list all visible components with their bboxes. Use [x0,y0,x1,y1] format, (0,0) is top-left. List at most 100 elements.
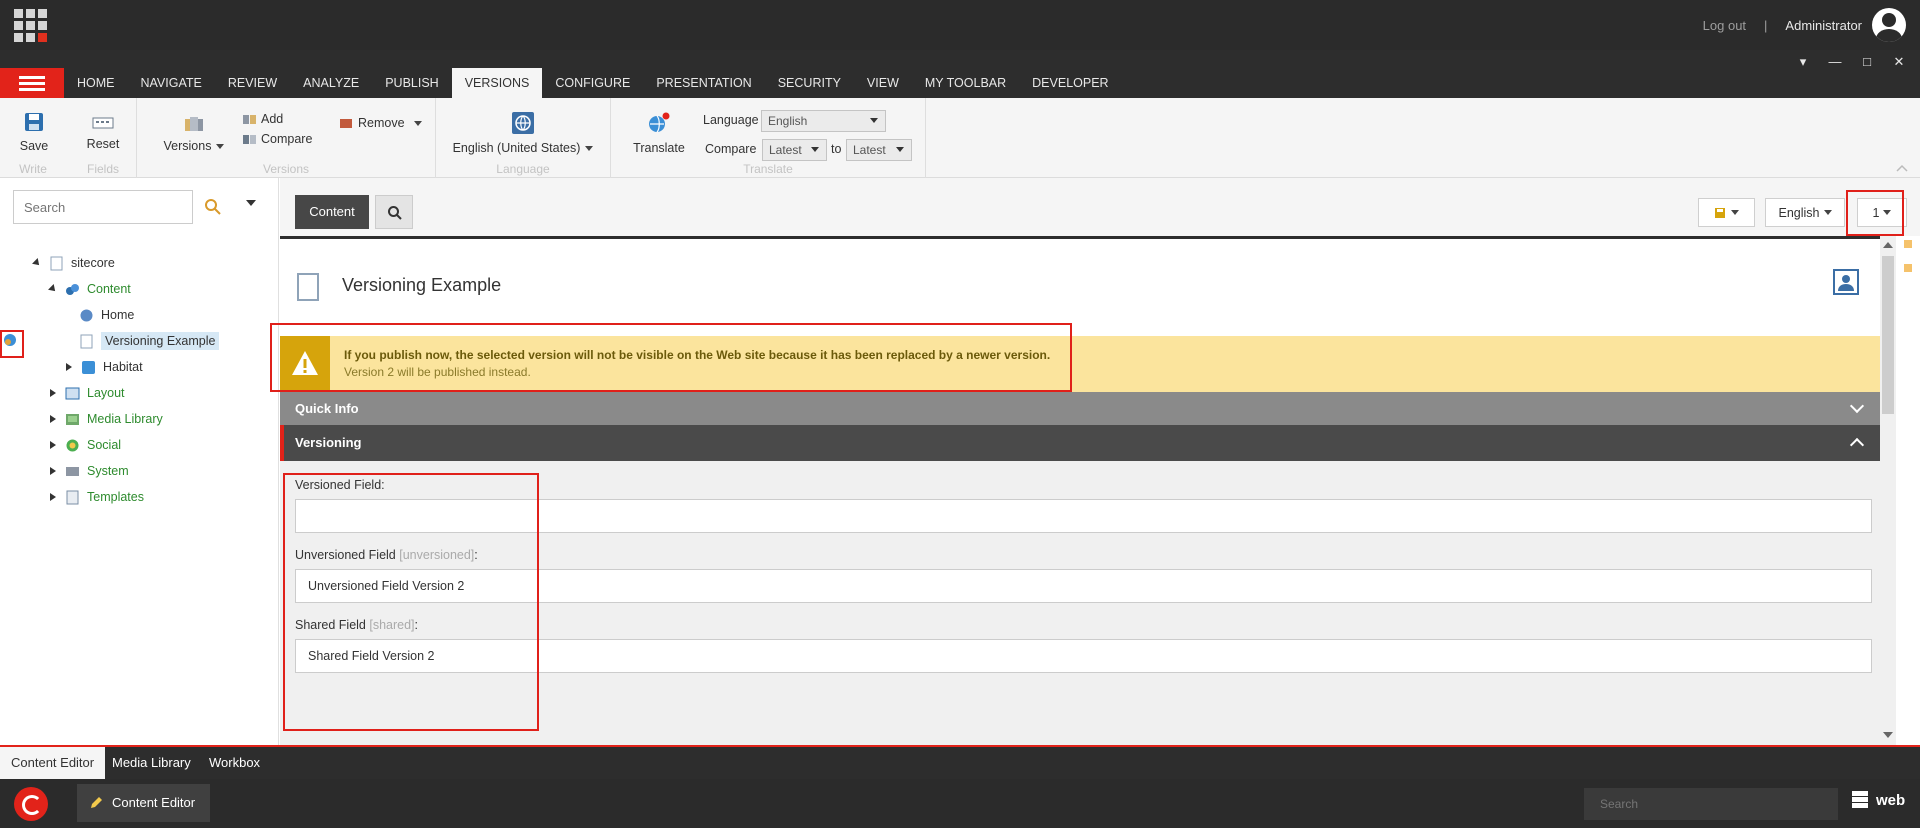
scroll-down-icon[interactable] [1883,732,1893,738]
tab-publish[interactable]: PUBLISH [372,68,452,98]
compare-button[interactable]: Compare [243,132,312,146]
tab-review[interactable]: REVIEW [215,68,290,98]
compare-to-select[interactable]: Latest [846,139,912,161]
scroll-up-icon[interactable] [1883,242,1893,248]
taskbar-search-input[interactable] [1584,788,1838,820]
collapse-icon[interactable] [48,284,58,294]
collapse-ribbon-icon[interactable] [1896,164,1908,172]
header-separator: | [1764,17,1768,33]
scroll-thumb[interactable] [1882,256,1894,414]
fields-group-label: Fields [86,162,119,176]
tree-item-habitat[interactable]: Habitat [64,356,143,378]
user-area: Log out | Administrator [1703,8,1906,42]
collapse-icon[interactable] [32,258,42,268]
expand-icon[interactable] [48,388,58,398]
versioning-section[interactable]: Versioning [280,425,1880,461]
ribbon-group-write-fields: Save Write Reset Fields [0,98,137,178]
expand-icon[interactable] [64,362,74,372]
translate-language-label: Language [703,113,759,127]
tree-item-layout[interactable]: Layout [48,382,125,404]
add-version-button[interactable]: Add [243,112,283,126]
sitecore-start-icon[interactable] [14,787,48,821]
pencil-icon [91,797,102,808]
minimize-icon[interactable]: — [1828,54,1842,70]
search-icon[interactable] [204,198,222,216]
task-app-label: Content Editor [112,795,196,810]
search-options-dropdown-icon[interactable] [246,200,256,206]
quick-info-section[interactable]: Quick Info [280,392,1880,425]
maximize-icon[interactable]: □ [1860,54,1874,70]
close-icon[interactable]: ✕ [1892,54,1906,70]
ribbon: Save Write Reset Fields Versions Add Com… [0,98,1920,178]
tab-navigate[interactable]: NAVIGATE [128,68,215,98]
database-label: web [1876,791,1906,809]
language-dropdown-button[interactable]: English (United States) [448,112,598,155]
language-button-label: English [1778,205,1820,220]
content-tab[interactable]: Content [295,195,369,229]
shared-field-label: Shared Field [shared]: [295,618,418,632]
validation-marker[interactable] [1904,264,1912,272]
translate-button[interactable]: Translate [629,112,689,155]
tab-security[interactable]: SECURITY [765,68,854,98]
tab-view[interactable]: VIEW [854,68,912,98]
tab-configure[interactable]: CONFIGURE [542,68,643,98]
tree-item-templates[interactable]: Templates [48,486,144,508]
tree-label: System [87,464,129,478]
tab-versions[interactable]: VERSIONS [451,68,543,98]
versioned-field-input[interactable] [295,499,1872,533]
expand-icon[interactable] [48,414,58,424]
label-colon: : [414,618,419,632]
editor-scrollbar[interactable] [1880,236,1896,745]
portrait-icon[interactable] [1833,269,1859,295]
tree-item-home[interactable]: Home [79,304,134,326]
bottom-tab-content-editor[interactable]: Content Editor [0,747,106,779]
version-button[interactable]: 1 [1857,198,1907,227]
tree-item-versioning-example[interactable]: Versioning Example [79,330,220,352]
tree-item-sitecore[interactable]: sitecore [32,252,115,274]
remove-version-button[interactable]: Remove [340,116,422,130]
bottom-tab-media-library[interactable]: Media Library [101,747,202,779]
translate-language-select[interactable]: English [761,110,886,132]
bottom-tab-workbox[interactable]: Workbox [198,747,271,779]
tab-developer[interactable]: DEVELOPER [1019,68,1121,98]
chevron-down-icon [1849,398,1865,414]
tree-item-content[interactable]: Content [48,278,131,300]
translate-globe-icon [649,112,670,133]
reset-button[interactable]: Reset [85,116,121,151]
logout-link[interactable]: Log out [1703,18,1746,33]
tree-item-system[interactable]: System [48,460,129,482]
expand-icon[interactable] [48,492,58,502]
shared-field-input[interactable] [295,639,1872,673]
tab-my-toolbar[interactable]: MY TOOLBAR [912,68,1019,98]
tab-home[interactable]: HOME [64,68,128,98]
tree-item-social[interactable]: Social [48,434,121,456]
save-options-dropdown[interactable] [1698,198,1755,227]
versions-dropdown-button[interactable]: Versions [159,116,229,153]
task-content-editor[interactable]: Content Editor [77,784,210,822]
expand-icon[interactable] [48,466,58,476]
validation-marker[interactable] [1904,240,1912,248]
hamburger-menu-icon[interactable] [0,68,64,98]
version-button-label: 1 [1872,205,1880,220]
tab-presentation[interactable]: PRESENTATION [643,68,764,98]
compare-from-select[interactable]: Latest [762,139,827,161]
unversioned-field-input[interactable] [295,569,1872,603]
versions-icon [185,117,203,131]
apps-grid-icon[interactable] [14,9,47,42]
expand-icon[interactable] [48,440,58,450]
username-label[interactable]: Administrator [1785,18,1862,33]
tree-search-input[interactable] [13,190,193,224]
language-button[interactable]: English [1765,198,1845,227]
dropdown-icon[interactable]: ▾ [1796,54,1810,70]
tab-analyze[interactable]: ANALYZE [290,68,372,98]
save-button[interactable]: Save [18,112,50,153]
warning-message: If you publish now, the selected version… [344,348,1051,362]
publishing-warning-gutter-icon[interactable] [3,333,17,347]
search-tab[interactable] [375,195,413,229]
compare-from-value: Latest [769,143,802,157]
social-globe-icon [66,439,79,451]
database-selector[interactable]: web [1852,791,1905,809]
system-icon [66,466,79,476]
tree-item-media-library[interactable]: Media Library [48,408,163,430]
avatar[interactable] [1872,8,1906,42]
